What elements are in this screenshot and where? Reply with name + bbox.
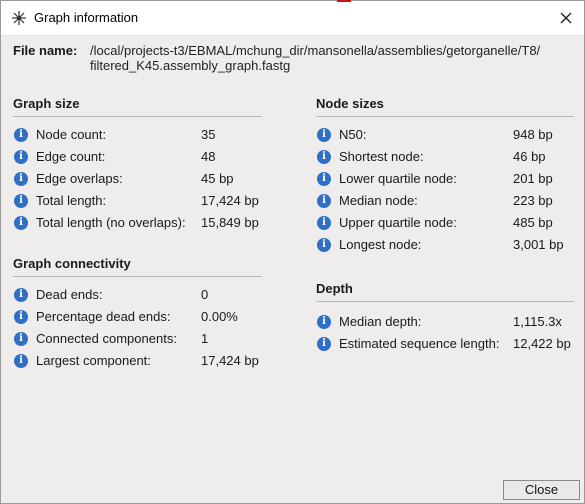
stat-value: 17,424 bp — [201, 353, 259, 368]
graph-information-dialog: Graph information File name: /local/proj… — [0, 0, 585, 504]
stat-value: 485 bp — [513, 215, 553, 230]
info-icon: i — [317, 194, 331, 208]
stat-label: Total length (no overlaps): — [36, 215, 186, 230]
title-bar: Graph information — [1, 1, 584, 36]
stat-value: 46 bp — [513, 149, 546, 164]
stat-label: Edge count: — [36, 149, 106, 164]
file-path-line-1: /local/projects-t3/EBMAL/mchung_dir/mans… — [90, 43, 541, 58]
close-icon[interactable] — [557, 9, 575, 27]
stat-value: 223 bp — [513, 193, 553, 208]
file-path-line-2: filtered_K45.assembly_graph.fastg — [90, 58, 291, 73]
info-icon: i — [317, 128, 331, 142]
stat-label: Longest node: — [339, 237, 422, 252]
stat-value: 48 — [201, 149, 216, 164]
stat-value: 45 bp — [201, 171, 234, 186]
stat-label: Shortest node: — [339, 149, 424, 164]
info-icon: i — [14, 310, 28, 324]
stat-value: 12,422 bp — [513, 336, 571, 351]
graph-connectivity-heading: Graph connectivity — [13, 256, 131, 271]
stat-label: Percentage dead ends: — [36, 309, 171, 324]
depth-heading: Depth — [316, 281, 353, 296]
info-icon: i — [14, 172, 28, 186]
depth-divider — [316, 301, 574, 302]
graph-connectivity-divider — [13, 276, 262, 277]
stat-value: 17,424 bp — [201, 193, 259, 208]
stat-value: 35 — [201, 127, 216, 142]
app-icon — [12, 11, 26, 25]
graph-size-divider — [13, 116, 262, 117]
file-name-label: File name: — [13, 43, 78, 58]
stat-label: Node count: — [36, 127, 107, 142]
stat-value: 1 — [201, 331, 209, 346]
info-icon: i — [14, 194, 28, 208]
stat-label: Lower quartile node: — [339, 171, 457, 186]
info-icon: i — [317, 315, 331, 329]
stat-value: 0 — [201, 287, 209, 302]
info-icon: i — [317, 337, 331, 351]
stat-label: Edge overlaps: — [36, 171, 123, 186]
stat-value: 0.00% — [201, 309, 238, 324]
stat-label: Largest component: — [36, 353, 151, 368]
info-icon: i — [317, 172, 331, 186]
stat-value: 3,001 bp — [513, 237, 564, 252]
stat-label: Median depth: — [339, 314, 422, 329]
stat-label: Median node: — [339, 193, 418, 208]
stat-label: Upper quartile node: — [339, 215, 457, 230]
file-path: /local/projects-t3/EBMAL/mchung_dir/mans… — [90, 43, 570, 73]
info-icon: i — [14, 332, 28, 346]
node-sizes-heading: Node sizes — [316, 96, 384, 111]
info-icon: i — [14, 150, 28, 164]
info-icon: i — [317, 238, 331, 252]
info-icon: i — [14, 354, 28, 368]
info-icon: i — [317, 150, 331, 164]
stat-label: Total length: — [36, 193, 107, 208]
graph-size-heading: Graph size — [13, 96, 80, 111]
background-graph-fragment — [337, 0, 351, 2]
info-icon: i — [317, 216, 331, 230]
stat-value: 15,849 bp — [201, 215, 259, 230]
stat-label: Connected components: — [36, 331, 177, 346]
stat-value: 201 bp — [513, 171, 553, 186]
info-icon: i — [14, 128, 28, 142]
stat-label: Dead ends: — [36, 287, 103, 302]
close-button[interactable]: Close — [503, 480, 580, 500]
stat-value: 1,115.3x — [513, 314, 562, 329]
info-icon: i — [14, 288, 28, 302]
stat-label: Estimated sequence length: — [339, 336, 500, 351]
window-title: Graph information — [34, 10, 139, 25]
stat-label: N50: — [339, 127, 367, 142]
node-sizes-divider — [316, 116, 574, 117]
info-icon: i — [14, 216, 28, 230]
stat-value: 948 bp — [513, 127, 553, 142]
